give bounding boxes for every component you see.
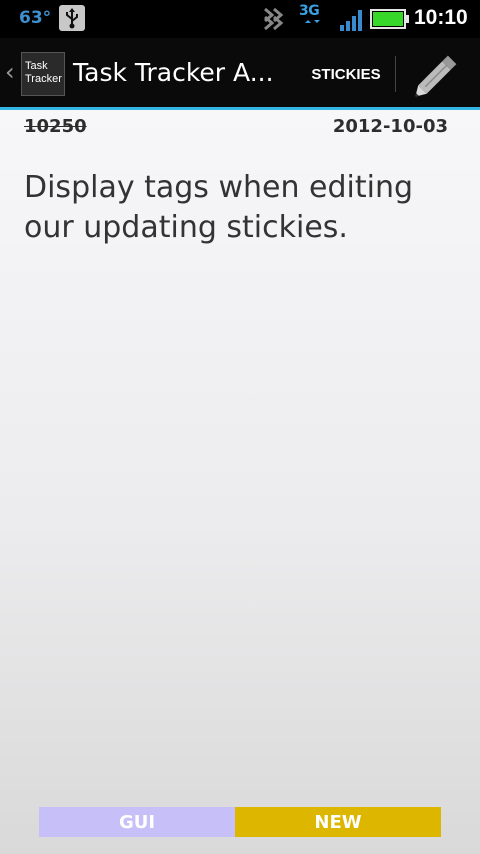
pencil-icon [415,55,457,97]
battery-icon [370,9,410,29]
action-bar: ‹ Task Tracker Task Tracker A... STICKIE… [0,38,480,107]
app-title: Task Tracker A... [73,58,274,87]
signal-bars-icon [338,7,364,33]
data-arrows-icon [298,3,328,33]
stickies-button[interactable]: STICKIES [296,48,396,100]
usb-icon [59,5,85,31]
sticky-detail: 10250 2012-10-03 Display tags when editi… [0,110,480,854]
action-divider [395,56,396,92]
stickies-label: STICKIES [311,65,381,83]
task-date: 2012-10-03 [332,116,448,137]
app-icon[interactable]: Task Tracker [21,52,65,96]
tag-new[interactable]: NEW [235,807,441,837]
signal-chevrons-icon [262,6,288,32]
clock: 10:10 [414,6,468,29]
task-text: Display tags when editing our updating s… [24,170,414,245]
temperature-indicator: 63° [19,8,52,28]
app-icon-line2: Tracker [25,73,62,85]
app-icon-line1: Task [25,60,48,72]
edit-button[interactable] [410,50,466,98]
task-id: 10250 [24,116,87,137]
status-bar: 63° 3G 10:10 [0,0,480,38]
back-chevron-icon[interactable]: ‹ [5,60,15,84]
tag-gui[interactable]: GUI [39,807,235,837]
tag-bar: GUI NEW [39,807,441,837]
